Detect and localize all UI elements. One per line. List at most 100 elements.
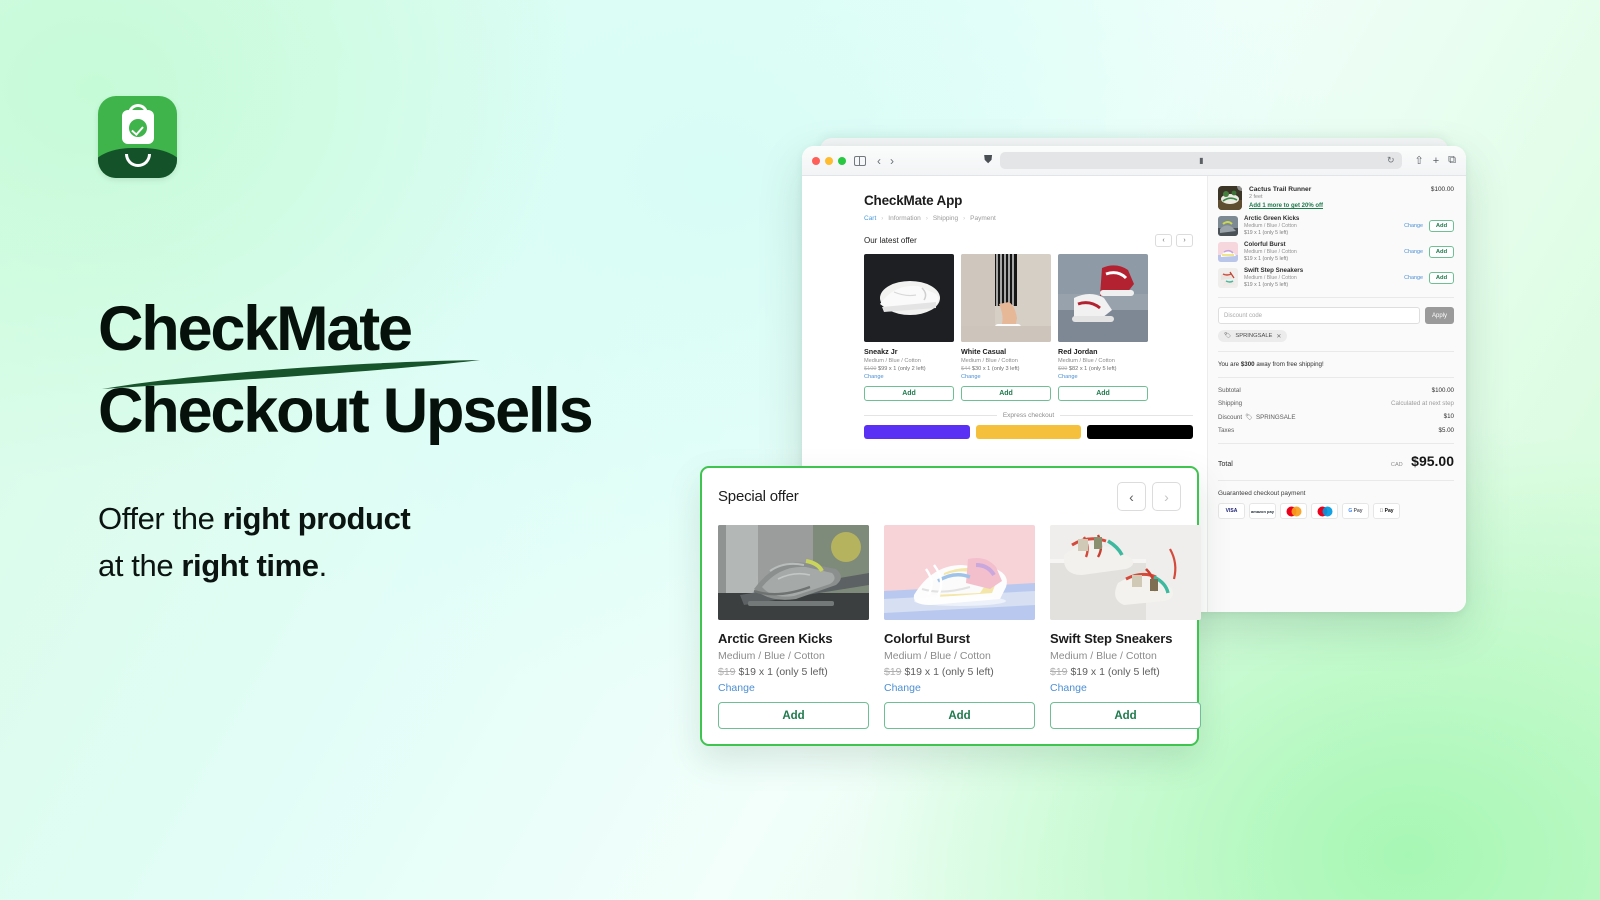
- cart-item-add-button[interactable]: Add: [1429, 271, 1454, 284]
- sidebar-icon[interactable]: [854, 155, 866, 166]
- free-shipping-pre: You are: [1218, 361, 1241, 368]
- checkmate-logo: [98, 96, 177, 178]
- cart-item-add-button[interactable]: Add: [1429, 245, 1454, 258]
- reload-icon[interactable]: ↻: [1387, 155, 1395, 166]
- hero-subheading: Offer the right product at the right tim…: [98, 496, 738, 589]
- product-change-link[interactable]: Change: [1058, 374, 1148, 380]
- product-stock: (only 5 left): [775, 666, 828, 678]
- sub-text-3: .: [318, 547, 328, 583]
- offer-prev-button[interactable]: ‹: [1155, 234, 1172, 247]
- product-variant: Medium / Blue / Cotton: [1058, 358, 1115, 364]
- cart-summary-panel: 1 Cactus Trail Runner 2 feet $100.00 Add…: [1207, 176, 1466, 612]
- hero-section: CheckMate Checkout Upsells Offer the rig…: [98, 96, 738, 589]
- remove-discount-icon[interactable]: ✕: [1276, 333, 1281, 340]
- zoom-window-button[interactable]: [838, 156, 846, 165]
- special-offer-next-button[interactable]: ›: [1152, 482, 1181, 511]
- shop-pay-button[interactable]: [864, 425, 970, 439]
- product-image: [718, 525, 869, 620]
- special-offer-card: Special offer ‹ › Arctic Green Kicks Med…: [700, 466, 1201, 746]
- special-offer-product-card[interactable]: Arctic Green Kicks Medium / Blue / Cotto…: [718, 525, 869, 729]
- discount-code-input[interactable]: Discount code: [1218, 307, 1420, 324]
- payment-methods: VISA amazon pay G Pay  Pay: [1218, 503, 1454, 519]
- sub-text-1: Offer the: [98, 501, 223, 537]
- product-change-link[interactable]: Change: [718, 682, 869, 694]
- product-current-price: $19: [738, 666, 756, 678]
- product-add-button[interactable]: Add: [864, 386, 954, 401]
- breadcrumb-separator: ›: [881, 215, 884, 222]
- upsell-promo-link[interactable]: Add 1 more to get 20% off: [1249, 203, 1454, 209]
- product-price: $99 $82 x 1 (only 5 left): [1058, 366, 1148, 372]
- product-old-price: $99: [1058, 366, 1068, 372]
- product-change-link[interactable]: Change: [961, 374, 1051, 380]
- summary-row-shipping: Shipping Calculated at next step: [1218, 400, 1454, 407]
- breadcrumb-item-payment[interactable]: Payment: [970, 215, 996, 222]
- cart-hero-item: 1 Cactus Trail Runner 2 feet $100.00 Add…: [1218, 186, 1454, 210]
- product-change-link[interactable]: Change: [864, 374, 954, 380]
- product-change-link[interactable]: Change: [1050, 682, 1201, 694]
- share-icon[interactable]: ⇧: [1414, 154, 1423, 167]
- cart-item-change-link[interactable]: Change: [1404, 223, 1423, 229]
- total-currency: CAD: [1390, 462, 1403, 468]
- offer-product-card[interactable]: White Casual Medium / Blue / Cotton $44 …: [961, 254, 1051, 401]
- cart-upsell-row: Colorful Burst Medium / Blue / Cotton $1…: [1218, 241, 1454, 262]
- cart-item-name: Swift Step Sneakers: [1244, 267, 1304, 274]
- breadcrumb-item-cart[interactable]: Cart: [864, 215, 876, 222]
- new-tab-icon[interactable]: +: [1433, 155, 1439, 167]
- offer-product-card[interactable]: Sneakz Jr Medium / Blue / Cotton $109 $9…: [864, 254, 954, 401]
- app-title: CheckMate App: [864, 193, 963, 208]
- product-price: $19 $19 x 1 (only 5 left): [1050, 666, 1201, 678]
- product-add-button[interactable]: Add: [718, 702, 869, 729]
- product-name: Sneakz Jr: [864, 347, 898, 356]
- summary-value: Calculated at next step: [1391, 400, 1454, 407]
- special-offer-carousel-nav[interactable]: ‹ ›: [1117, 482, 1181, 511]
- minimize-window-button[interactable]: [825, 156, 833, 165]
- product-change-link[interactable]: Change: [884, 682, 1035, 694]
- window-controls[interactable]: [812, 156, 846, 165]
- product-add-button[interactable]: Add: [1058, 386, 1148, 401]
- breadcrumb-item-information[interactable]: Information: [888, 215, 921, 222]
- browser-navigation[interactable]: ‹ ›: [877, 154, 894, 168]
- offer-carousel-nav[interactable]: ‹ ›: [1155, 234, 1193, 247]
- product-add-button[interactable]: Add: [884, 702, 1035, 729]
- applied-discount-tag[interactable]: 🏷 SPRINGSALE ✕: [1218, 330, 1288, 342]
- product-stock: (only 3 left): [991, 366, 1020, 372]
- offer-header: Our latest offer ‹ ›: [864, 234, 1193, 247]
- paypal-button[interactable]: [975, 425, 1082, 439]
- cart-item-add-button[interactable]: Add: [1429, 219, 1454, 232]
- cart-item-price: $19 x 1 (only 5 left): [1244, 230, 1289, 236]
- cart-item-name: Colorful Burst: [1244, 241, 1286, 248]
- express-checkout-divider: Express checkout: [864, 412, 1193, 419]
- cart-item-change-link[interactable]: Change: [1404, 275, 1423, 281]
- browser-actions[interactable]: ⇧ + ⧉: [1414, 154, 1456, 167]
- product-stock: (only 5 left): [1088, 366, 1117, 372]
- cart-item-change-link[interactable]: Change: [1404, 249, 1423, 255]
- product-name: Arctic Green Kicks: [718, 631, 833, 646]
- offer-product-card[interactable]: Red Jordan Medium / Blue / Cotton $99 $8…: [1058, 254, 1148, 401]
- express-payment-buttons[interactable]: [864, 425, 1194, 439]
- sub-bold-2: right time: [181, 547, 319, 583]
- special-offer-product-card[interactable]: Colorful Burst Medium / Blue / Cotton $1…: [884, 525, 1035, 729]
- tab-overview-icon[interactable]: ⧉: [1448, 154, 1456, 167]
- product-name: Swift Step Sneakers: [1050, 631, 1173, 646]
- special-offer-prev-button[interactable]: ‹: [1117, 482, 1146, 511]
- product-old-price: $19: [1050, 666, 1068, 678]
- apple-pay-button[interactable]: [1087, 425, 1194, 439]
- offer-label: Our latest offer: [864, 236, 917, 245]
- shield-icon[interactable]: ⛊: [984, 154, 992, 167]
- product-qty: x 1: [1090, 666, 1105, 678]
- back-icon[interactable]: ‹: [877, 154, 881, 168]
- visa-icon: VISA: [1218, 503, 1245, 519]
- forward-icon[interactable]: ›: [890, 154, 894, 168]
- cart-item-name: Arctic Green Kicks: [1244, 215, 1300, 222]
- apply-discount-button[interactable]: Apply: [1425, 307, 1454, 324]
- apple-pay-icon:  Pay: [1373, 503, 1400, 519]
- address-bar[interactable]: ▮ ↻: [1000, 152, 1403, 169]
- summary-label: Subtotal: [1218, 387, 1241, 394]
- offer-next-button[interactable]: ›: [1176, 234, 1193, 247]
- special-offer-product-card[interactable]: Swift Step Sneakers Medium / Blue / Cott…: [1050, 525, 1201, 729]
- product-add-button[interactable]: Add: [1050, 702, 1201, 729]
- product-image: [884, 525, 1035, 620]
- breadcrumb-item-shipping[interactable]: Shipping: [933, 215, 958, 222]
- product-add-button[interactable]: Add: [961, 386, 1051, 401]
- close-window-button[interactable]: [812, 156, 820, 165]
